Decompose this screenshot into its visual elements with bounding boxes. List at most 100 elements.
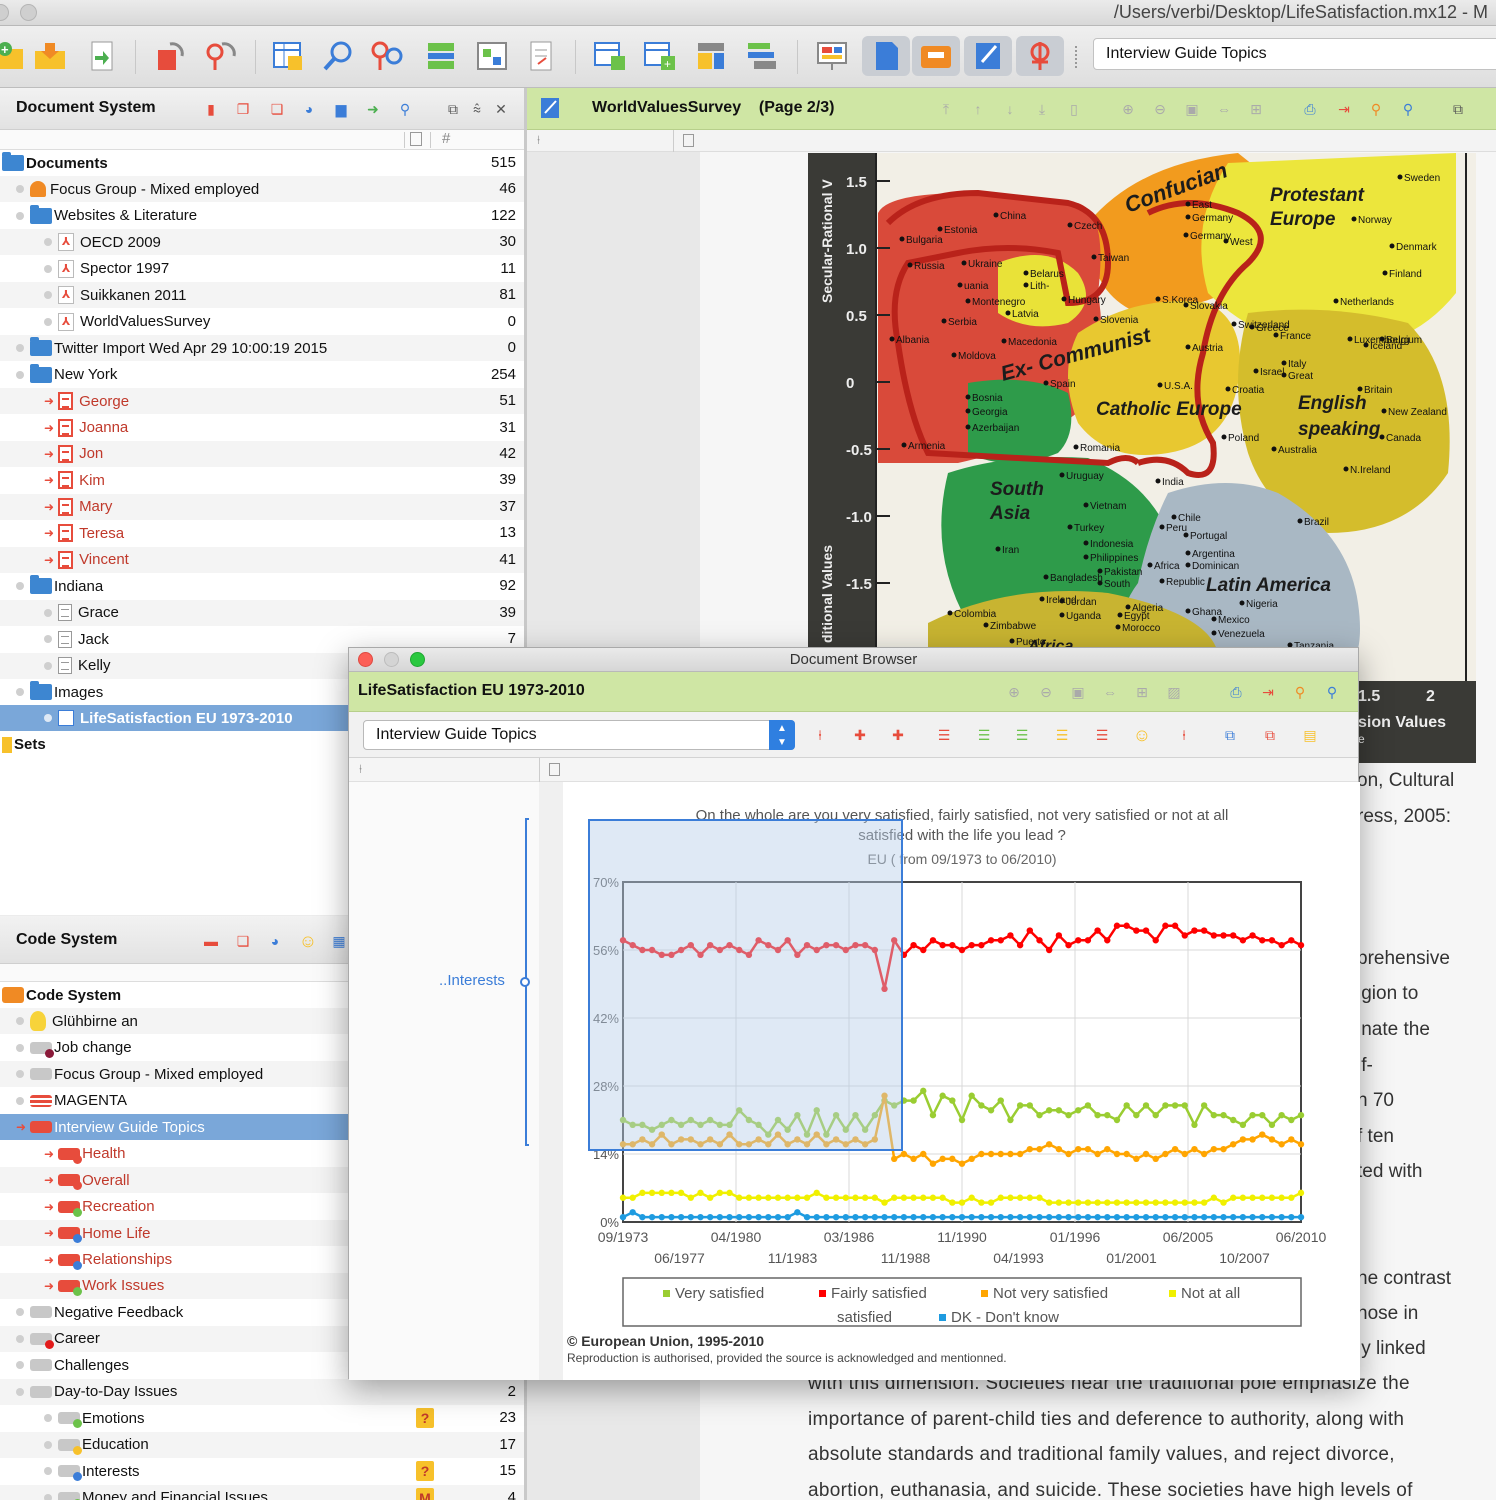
print-icon[interactable]: ⎙ <box>1299 98 1321 120</box>
fit-page-icon[interactable]: ⊞ <box>1245 98 1267 120</box>
new-folder-icon[interactable]: ▆ <box>330 98 352 120</box>
table-overview-icon[interactable] <box>268 36 308 76</box>
coded-area-selection[interactable] <box>588 819 903 1151</box>
highlight-green-icon[interactable]: ☰ <box>973 724 995 746</box>
close-icon[interactable]: ✕ <box>490 98 512 120</box>
document-portrait-icon[interactable] <box>590 36 630 76</box>
document-comparison-icon[interactable] <box>692 36 732 76</box>
retrieved-segments-toggle-icon[interactable] <box>1016 36 1064 76</box>
next-page-icon[interactable]: ↓ <box>999 98 1021 120</box>
import-folder-icon[interactable] <box>30 36 70 76</box>
coded-segments-icon[interactable] <box>200 36 240 76</box>
code-table-icon[interactable]: ▦ <box>328 930 350 952</box>
color-code-icon[interactable]: ◕ <box>264 930 286 952</box>
window-minimize-button[interactable] <box>20 4 37 21</box>
in-vivo-code-icon[interactable]: ✚ <box>887 724 909 746</box>
remove-link-icon[interactable]: ⧉ <box>1259 724 1281 746</box>
document-tree-row[interactable]: ⅄ Suikkanen 2011 81 <box>0 282 524 309</box>
highlight-yellow-icon[interactable]: ☰ <box>1051 724 1073 746</box>
search-icon[interactable]: ⚲ <box>1397 98 1419 120</box>
actual-size-icon[interactable]: ▣ <box>1067 681 1089 703</box>
document-tree-row[interactable]: Focus Group - Mixed employed 46 <box>0 176 524 203</box>
document-tree-row[interactable]: ⅄ OECD 2009 30 <box>0 229 524 256</box>
collapse-icon[interactable]: ⩯ <box>466 98 488 120</box>
highlight-magenta-icon[interactable]: ☰ <box>1091 724 1113 746</box>
document-tree-row[interactable]: Websites & Literature 122 <box>0 203 524 229</box>
new-memo-icon[interactable]: ▤ <box>1299 724 1321 746</box>
fit-width-icon[interactable]: ⇔ <box>1213 98 1235 120</box>
search-icon[interactable]: ⚲ <box>1321 681 1343 703</box>
activate-icon[interactable]: ➜ <box>362 98 384 120</box>
memo-list-icon[interactable] <box>522 36 562 76</box>
fit-width-icon[interactable]: ⇔ <box>1099 681 1121 703</box>
fit-page-icon[interactable]: ⊞ <box>1131 681 1153 703</box>
search-icon[interactable] <box>318 36 358 76</box>
code-search-icon[interactable] <box>368 36 408 76</box>
document-tree-row[interactable]: ➜ Joanna 31 <box>0 415 524 441</box>
code-system-toggle-icon[interactable] <box>912 36 960 76</box>
code-with-selected-icon[interactable]: ⍿ <box>809 724 831 746</box>
document-tree-row[interactable]: New York 254 <box>0 362 524 388</box>
memo-icon[interactable]: M <box>416 1487 434 1500</box>
code-tree-row[interactable]: Education 17 <box>0 1431 524 1458</box>
code-with-new-icon[interactable]: ✚ <box>849 724 871 746</box>
document-tree-row[interactable]: Twitter Import Wed Apr 29 10:00:19 2015 0 <box>0 335 524 362</box>
document-tree-row[interactable]: ➜ Kim 39 <box>0 467 524 493</box>
search-icon[interactable]: ⚲ <box>394 98 416 120</box>
document-system-toggle-icon[interactable] <box>862 36 910 76</box>
visual-tools-icon[interactable] <box>812 36 852 76</box>
first-page-icon[interactable]: ⤒ <box>935 98 957 120</box>
code-configuration-icon[interactable] <box>742 36 782 76</box>
last-page-icon[interactable]: ⤓ <box>1031 98 1053 120</box>
new-code-icon[interactable]: ▬ <box>200 930 222 952</box>
color-document-icon[interactable]: ◕ <box>298 98 320 120</box>
document-tree-row[interactable]: Grace 39 <box>0 599 524 626</box>
export-icon[interactable]: ⇥ <box>1257 681 1279 703</box>
code-filter-icon[interactable]: ⚲ <box>1365 98 1387 120</box>
document-tree-row[interactable]: ➜ Mary 37 <box>0 493 524 520</box>
memo-icon[interactable]: ? <box>416 1408 434 1429</box>
export-icon[interactable]: ⇥ <box>1333 98 1355 120</box>
previous-page-icon[interactable]: ↑ <box>967 98 989 120</box>
copy-document-icon[interactable]: ❐ <box>232 98 254 120</box>
code-tree-row[interactable]: ➜ Interview Guide Topics <box>0 1114 348 1141</box>
code-tree-row[interactable]: Emotions? 23 <box>0 1405 524 1431</box>
document-tree-row[interactable]: ➜ Vincent 41 <box>0 546 524 573</box>
code-tree-row[interactable]: Interests? 15 <box>0 1458 524 1484</box>
emoticode-icon[interactable]: ☺ <box>297 930 319 952</box>
document-tree-row[interactable]: Documents 515 <box>0 150 524 176</box>
codeline-icon[interactable]: + <box>640 36 680 76</box>
document-tree-row[interactable]: ➜ George 51 <box>0 388 524 415</box>
document-tree-row[interactable]: ➜ Teresa 13 <box>0 520 524 546</box>
actual-size-icon[interactable]: ▣ <box>1181 98 1203 120</box>
code-relations-icon[interactable] <box>472 36 512 76</box>
code-matrix-icon[interactable] <box>422 36 462 76</box>
bookmark-icon[interactable]: ▯ <box>1063 98 1085 120</box>
document-set-icon[interactable]: ❏ <box>266 98 288 120</box>
add-link-icon[interactable]: ⧉ <box>1219 724 1241 746</box>
document-tree-row[interactable]: ⅄ Spector 1997 11 <box>0 256 524 282</box>
new-document-icon[interactable]: + <box>0 36 32 76</box>
edit-document-icon[interactable] <box>539 96 563 124</box>
emoticon-icon[interactable]: ☺ <box>1131 724 1153 746</box>
print-icon[interactable]: ⎙ <box>1225 681 1247 703</box>
zoom-out-icon[interactable]: ⊖ <box>1149 98 1171 120</box>
undock-icon[interactable]: ⧉ <box>442 98 464 120</box>
retrieve-segments-icon[interactable] <box>150 36 190 76</box>
highlight-red-icon[interactable]: ☰ <box>933 724 955 746</box>
window-close-button[interactable] <box>0 4 9 21</box>
zoom-out-icon[interactable]: ⊖ <box>1035 681 1057 703</box>
document-tree-row[interactable]: ➜ Jon 42 <box>0 440 524 467</box>
zoom-in-icon[interactable]: ⊕ <box>1117 98 1139 120</box>
code-select-dropdown[interactable]: Interview Guide Topics ▲ ▼ <box>363 720 795 750</box>
highlight-blue-icon[interactable]: ☰ <box>1011 724 1033 746</box>
code-set-icon[interactable]: ❏ <box>232 930 254 952</box>
document-tree-row[interactable]: ⅄ WorldValuesSurvey 0 <box>0 309 524 335</box>
coding-stripe-handle[interactable] <box>520 977 530 987</box>
document-browser-toggle-icon[interactable] <box>964 36 1012 76</box>
image-icon[interactable]: ▨ <box>1163 681 1185 703</box>
document-tree-row[interactable]: LifeSatisfaction EU 1973-2010 <box>0 705 348 732</box>
zoom-in-icon[interactable]: ⊕ <box>1003 681 1025 703</box>
memo-icon[interactable]: ? <box>416 1461 434 1482</box>
code-tree-row[interactable]: Money and Financial Issues M 4 <box>0 1484 524 1500</box>
